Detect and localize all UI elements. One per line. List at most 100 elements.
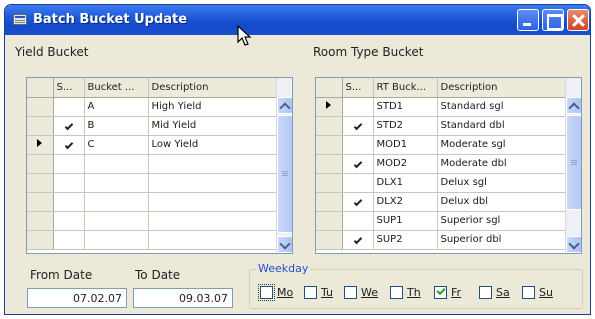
select-cell[interactable]	[53, 173, 85, 193]
table-row[interactable]: A High Yield	[27, 97, 279, 117]
table-row[interactable]: B Mid Yield	[27, 116, 279, 136]
scroll-down-button[interactable]	[277, 236, 292, 253]
bucket-code-cell[interactable]	[84, 211, 149, 231]
checkbox-box[interactable]	[479, 286, 492, 299]
bucket-code-cell[interactable]: C	[84, 135, 149, 155]
yield-bucket-grid[interactable]: S... Bucket ... Description A High Yield B…	[26, 77, 293, 254]
select-cell[interactable]	[342, 192, 374, 212]
table-row[interactable]: SUP1 Superior sgl	[316, 211, 568, 231]
table-row[interactable]	[27, 154, 279, 174]
description-cell[interactable]	[148, 154, 279, 174]
description-cell[interactable]: Low Yield	[148, 135, 279, 155]
select-cell[interactable]	[342, 154, 374, 174]
select-cell[interactable]	[53, 135, 85, 155]
checkbox-box[interactable]	[522, 286, 535, 299]
select-cell[interactable]	[53, 97, 85, 117]
description-cell[interactable]: Superior dbl	[437, 230, 568, 250]
description-cell[interactable]: Standard sgl	[437, 97, 568, 117]
row-indicator[interactable]	[27, 135, 54, 155]
row-indicator[interactable]	[316, 154, 343, 174]
table-row[interactable]	[27, 211, 279, 231]
rt-bucket-code-cell[interactable]: MOD1	[373, 135, 438, 155]
rt-bucket-code-cell[interactable]: DLX1	[373, 173, 438, 193]
row-indicator[interactable]	[316, 173, 343, 193]
row-indicator[interactable]	[316, 135, 343, 155]
table-row[interactable]: MOD1 Moderate sgl	[316, 135, 568, 155]
column-header-description[interactable]: Description	[148, 78, 279, 98]
select-cell[interactable]	[342, 135, 374, 155]
table-row[interactable]: STD1 Standard sgl	[316, 97, 568, 117]
row-indicator[interactable]	[27, 211, 54, 231]
rt-bucket-code-cell[interactable]: STD1	[373, 97, 438, 117]
table-row[interactable]	[27, 192, 279, 212]
rt-bucket-code-cell[interactable]: SUP1	[373, 211, 438, 231]
row-indicator[interactable]	[316, 211, 343, 231]
weekday-checkbox-we[interactable]: We	[344, 286, 384, 300]
table-row[interactable]: DLX2 Delux dbl	[316, 192, 568, 212]
scroll-up-button[interactable]	[566, 97, 581, 114]
description-cell[interactable]: High Yield	[148, 97, 279, 117]
row-indicator[interactable]	[316, 192, 343, 212]
column-header-rt-bucket[interactable]: RT Buck...	[373, 78, 438, 98]
row-indicator[interactable]	[27, 230, 54, 250]
column-header-description[interactable]: Description	[437, 78, 568, 98]
table-row[interactable]	[27, 173, 279, 193]
weekday-checkbox-fr[interactable]: Fr	[434, 286, 474, 300]
weekday-checkbox-mo[interactable]: Mo	[258, 284, 300, 301]
checkbox-box[interactable]	[304, 286, 317, 299]
description-cell[interactable]	[148, 173, 279, 193]
select-cell[interactable]	[342, 230, 374, 250]
bucket-code-cell[interactable]: B	[84, 116, 149, 136]
row-indicator[interactable]	[27, 97, 54, 117]
checkbox-box[interactable]	[344, 286, 357, 299]
column-header-bucket[interactable]: Bucket ...	[84, 78, 149, 98]
bucket-code-cell[interactable]	[84, 192, 149, 212]
window-icon[interactable]	[13, 14, 27, 25]
description-cell[interactable]: Delux sgl	[437, 173, 568, 193]
maximize-button[interactable]	[542, 9, 564, 31]
rt-bucket-code-cell[interactable]: DLX2	[373, 192, 438, 212]
description-cell[interactable]: Delux dbl	[437, 192, 568, 212]
scroll-thumb[interactable]	[566, 115, 581, 210]
description-cell[interactable]: Moderate sgl	[437, 135, 568, 155]
bucket-code-cell[interactable]	[84, 173, 149, 193]
select-cell[interactable]	[342, 211, 374, 231]
weekday-checkbox-tu[interactable]: Tu	[304, 286, 344, 300]
rt-bucket-code-cell[interactable]: MOD2	[373, 154, 438, 174]
column-header-selected[interactable]: S...	[342, 78, 374, 98]
description-cell[interactable]	[148, 192, 279, 212]
row-indicator[interactable]	[316, 116, 343, 136]
checkbox-box[interactable]	[434, 286, 447, 299]
table-row[interactable]: SUP2 Superior dbl	[316, 230, 568, 250]
bucket-code-cell[interactable]	[84, 154, 149, 174]
select-cell[interactable]	[53, 116, 85, 136]
table-row[interactable]: C Low Yield	[27, 135, 279, 155]
select-cell[interactable]	[342, 173, 374, 193]
checkbox-box[interactable]	[390, 286, 403, 299]
vertical-scrollbar[interactable]	[565, 78, 581, 253]
select-cell[interactable]	[53, 230, 85, 250]
scroll-down-button[interactable]	[566, 236, 581, 253]
select-cell[interactable]	[342, 116, 374, 136]
row-indicator[interactable]	[316, 97, 343, 117]
select-cell[interactable]	[53, 211, 85, 231]
table-row[interactable]	[27, 230, 279, 250]
from-date-field[interactable]	[27, 288, 127, 308]
description-cell[interactable]	[148, 230, 279, 250]
table-row[interactable]: DLX1 Delux sgl	[316, 173, 568, 193]
weekday-checkbox-th[interactable]: Th	[390, 286, 430, 300]
row-indicator[interactable]	[27, 173, 54, 193]
weekday-checkbox-su[interactable]: Su	[522, 286, 562, 300]
row-indicator[interactable]	[27, 192, 54, 212]
scroll-up-button[interactable]	[277, 97, 292, 114]
rt-bucket-code-cell[interactable]: STD2	[373, 116, 438, 136]
description-cell[interactable]: Mid Yield	[148, 116, 279, 136]
title-bar[interactable]: Batch Bucket Update	[5, 5, 590, 35]
weekday-checkbox-sa[interactable]: Sa	[479, 286, 519, 300]
table-row[interactable]: MOD2 Moderate dbl	[316, 154, 568, 174]
select-cell[interactable]	[342, 97, 374, 117]
row-indicator[interactable]	[316, 230, 343, 250]
close-button[interactable]	[567, 9, 589, 31]
room-type-bucket-grid[interactable]: S... RT Buck... Description STD1 Standard…	[315, 77, 582, 254]
row-indicator[interactable]	[27, 154, 54, 174]
